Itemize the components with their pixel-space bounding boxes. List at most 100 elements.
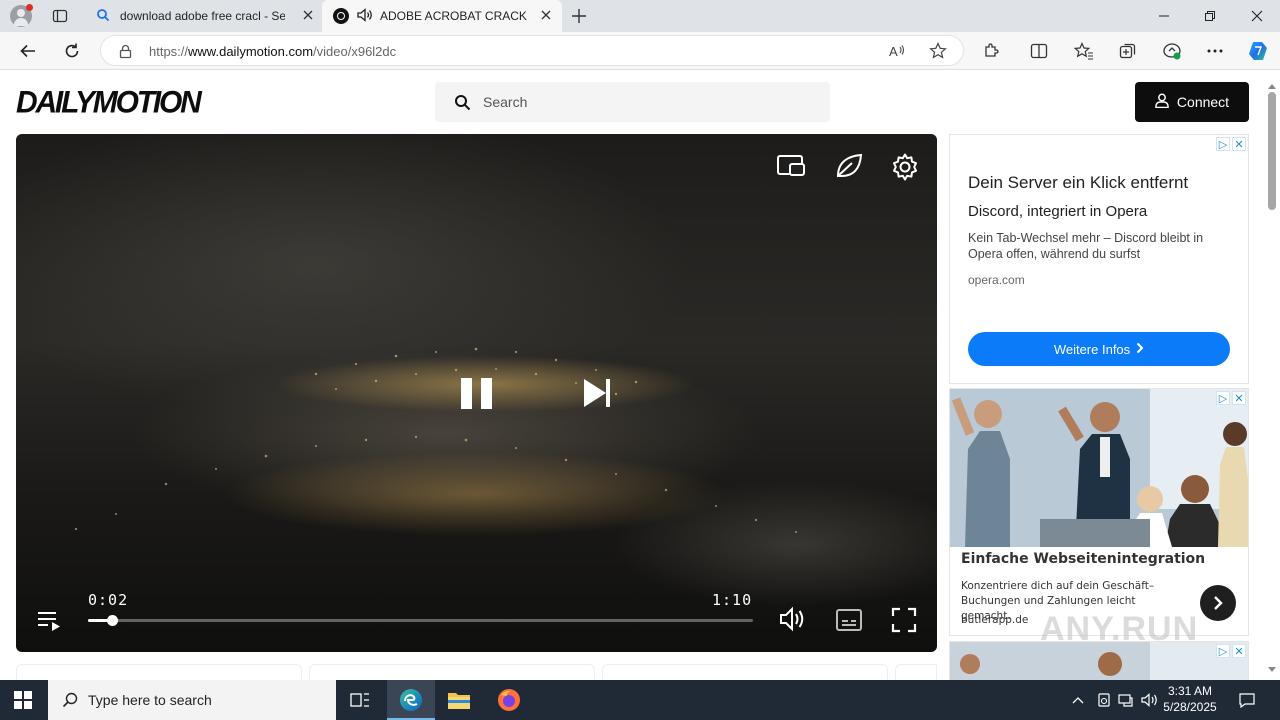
ad-domain: butlerapp.de (961, 614, 1029, 626)
clock-date: 5/28/2025 (1163, 700, 1217, 714)
favorite-star-icon[interactable] (929, 42, 947, 65)
system-clock[interactable]: 3:31 AM 5/28/2025 (1160, 683, 1220, 715)
notifications-icon[interactable] (1237, 690, 1257, 710)
speaker-icon[interactable] (356, 7, 374, 26)
tab-title: ADOBE ACROBAT CRACK | A (380, 9, 528, 23)
read-aloud-icon[interactable]: A (889, 43, 907, 64)
tab-title: download adobe free cracl - Sear (120, 9, 285, 23)
close-tab-icon[interactable] (302, 9, 314, 24)
dailymotion-logo[interactable]: DAILYMOTION (16, 85, 202, 121)
pause-button[interactable] (460, 377, 494, 416)
adchoices-icon[interactable]: ▷ (1216, 644, 1230, 658)
favorites-icon[interactable] (1069, 36, 1099, 66)
copilot-icon[interactable] (1243, 36, 1273, 66)
ad-description: Kein Tab-Wechsel mehr – Discord bleibt i… (968, 231, 1204, 261)
profile-avatar-icon[interactable] (10, 4, 33, 27)
lock-icon[interactable] (119, 44, 132, 64)
task-view-icon[interactable] (350, 691, 370, 714)
progress-handle[interactable] (106, 615, 118, 626)
ad-title: Einfache Webseitenintegration (961, 551, 1206, 567)
refresh-icon[interactable] (57, 36, 87, 66)
firefox-icon[interactable] (497, 688, 521, 717)
duration: 1:10 (712, 591, 753, 609)
device-icon[interactable] (1094, 690, 1114, 710)
back-arrow-icon[interactable] (13, 36, 43, 66)
video-card[interactable] (16, 664, 302, 680)
tab-actions-icon[interactable] (52, 8, 68, 24)
chevron-right-icon (1136, 342, 1144, 357)
watermark: ANY.RUN (1040, 610, 1199, 648)
search-placeholder: Search (483, 94, 528, 110)
show-hidden-icons-chevron[interactable] (1068, 690, 1088, 710)
playlist-icon[interactable] (36, 608, 62, 637)
browser-toolbar: https://www.dailymotion.com/video/x96l2d… (0, 32, 1280, 70)
adchoices-icon[interactable]: ▷ (1216, 391, 1230, 405)
windows-start-icon[interactable] (14, 691, 32, 714)
adchoices-icon[interactable]: ▷ (1216, 137, 1230, 151)
taskbar-search-input[interactable]: Type here to search (48, 680, 336, 720)
cast-screen-icon[interactable] (776, 152, 808, 185)
subtitles-icon[interactable] (835, 608, 863, 637)
scrollbar-thumb[interactable] (1268, 92, 1276, 210)
video-card[interactable] (895, 664, 937, 680)
close-tab-icon[interactable] (540, 9, 552, 24)
page-scrollbar[interactable] (1264, 70, 1280, 680)
file-explorer-icon[interactable] (447, 689, 471, 716)
browser-tab-strip: download adobe free cracl - Sear ADOBE A… (0, 0, 1280, 32)
ad-close-icon[interactable]: ✕ (1232, 644, 1246, 658)
url-text[interactable]: https://www.dailymotion.com/video/x96l2d… (149, 44, 396, 59)
edge-taskbar-button[interactable] (387, 680, 435, 720)
current-time: 0:02 (88, 591, 129, 609)
ad-close-icon[interactable]: ✕ (1232, 391, 1246, 405)
ad-next-button[interactable] (1200, 585, 1236, 621)
svg-text:A: A (889, 44, 898, 59)
video-card[interactable] (602, 664, 888, 680)
extensions-icon[interactable] (976, 36, 1006, 66)
network-icon[interactable] (1117, 690, 1137, 710)
ad-domain: opera.com (968, 273, 1025, 287)
ad-close-icon[interactable]: ✕ (1232, 137, 1246, 151)
progress-bar[interactable] (88, 615, 753, 626)
ad-choices[interactable]: ▷ ✕ (1216, 391, 1246, 405)
connect-label: Connect (1176, 94, 1230, 110)
butlerapp-ad[interactable]: ▷ ✕ Einfache Webseitenintegration Konzent… (949, 388, 1249, 636)
more-menu-icon[interactable] (1200, 36, 1230, 66)
site-search-input[interactable]: Search (435, 82, 830, 122)
taskbar-search-placeholder: Type here to search (88, 692, 212, 708)
user-icon (1155, 93, 1169, 111)
page-content: DAILYMOTION Search Connect 0:02 1:10 ▷ ✕… (0, 70, 1280, 680)
address-bar[interactable]: https://www.dailymotion.com/video/x96l2d… (100, 35, 964, 66)
minimize-icon[interactable] (1141, 0, 1187, 32)
volume-icon[interactable] (779, 606, 807, 637)
browser-essentials-icon[interactable] (1157, 36, 1187, 66)
new-tab-icon[interactable] (571, 8, 587, 29)
clock-time: 3:31 AM (1167, 684, 1213, 698)
connect-button[interactable]: Connect (1135, 82, 1249, 122)
search-icon (62, 692, 78, 713)
taskbar: Type here to search 3:31 AM 5/28/2025 (0, 680, 1280, 720)
ad-photo (950, 389, 1248, 547)
ad-cta-button[interactable]: Weitere Infos (968, 332, 1230, 366)
ad-choices[interactable]: ▷ ✕ (1216, 644, 1246, 658)
close-window-icon[interactable] (1234, 0, 1280, 32)
restore-icon[interactable] (1187, 0, 1233, 32)
scroll-down-icon[interactable] (1268, 660, 1276, 678)
split-screen-icon[interactable] (1024, 36, 1054, 66)
ad-title: Dein Server ein Klick entfernt (968, 173, 1189, 192)
opera-ad[interactable]: ▷ ✕ Dein Server ein Klick entfernt Discor… (949, 134, 1249, 384)
collections-icon[interactable] (1113, 36, 1143, 66)
video-player[interactable]: 0:02 1:10 (16, 134, 937, 652)
dailymotion-icon (333, 8, 349, 24)
leaf-eco-icon[interactable] (834, 152, 864, 185)
tab-search-results[interactable]: download adobe free cracl - Sear (86, 0, 322, 32)
ad-choices[interactable]: ▷ ✕ (1216, 137, 1246, 151)
edge-icon (400, 689, 422, 711)
settings-gear-icon[interactable] (890, 152, 920, 187)
video-card[interactable] (309, 664, 595, 680)
fullscreen-icon[interactable] (891, 607, 917, 638)
volume-tray-icon[interactable] (1140, 690, 1160, 710)
next-video-button[interactable] (582, 377, 612, 414)
tab-dailymotion-video[interactable]: ADOBE ACROBAT CRACK | A (322, 0, 562, 32)
ad-cta-label: Weitere Infos (1053, 341, 1131, 357)
search-icon (96, 8, 112, 25)
